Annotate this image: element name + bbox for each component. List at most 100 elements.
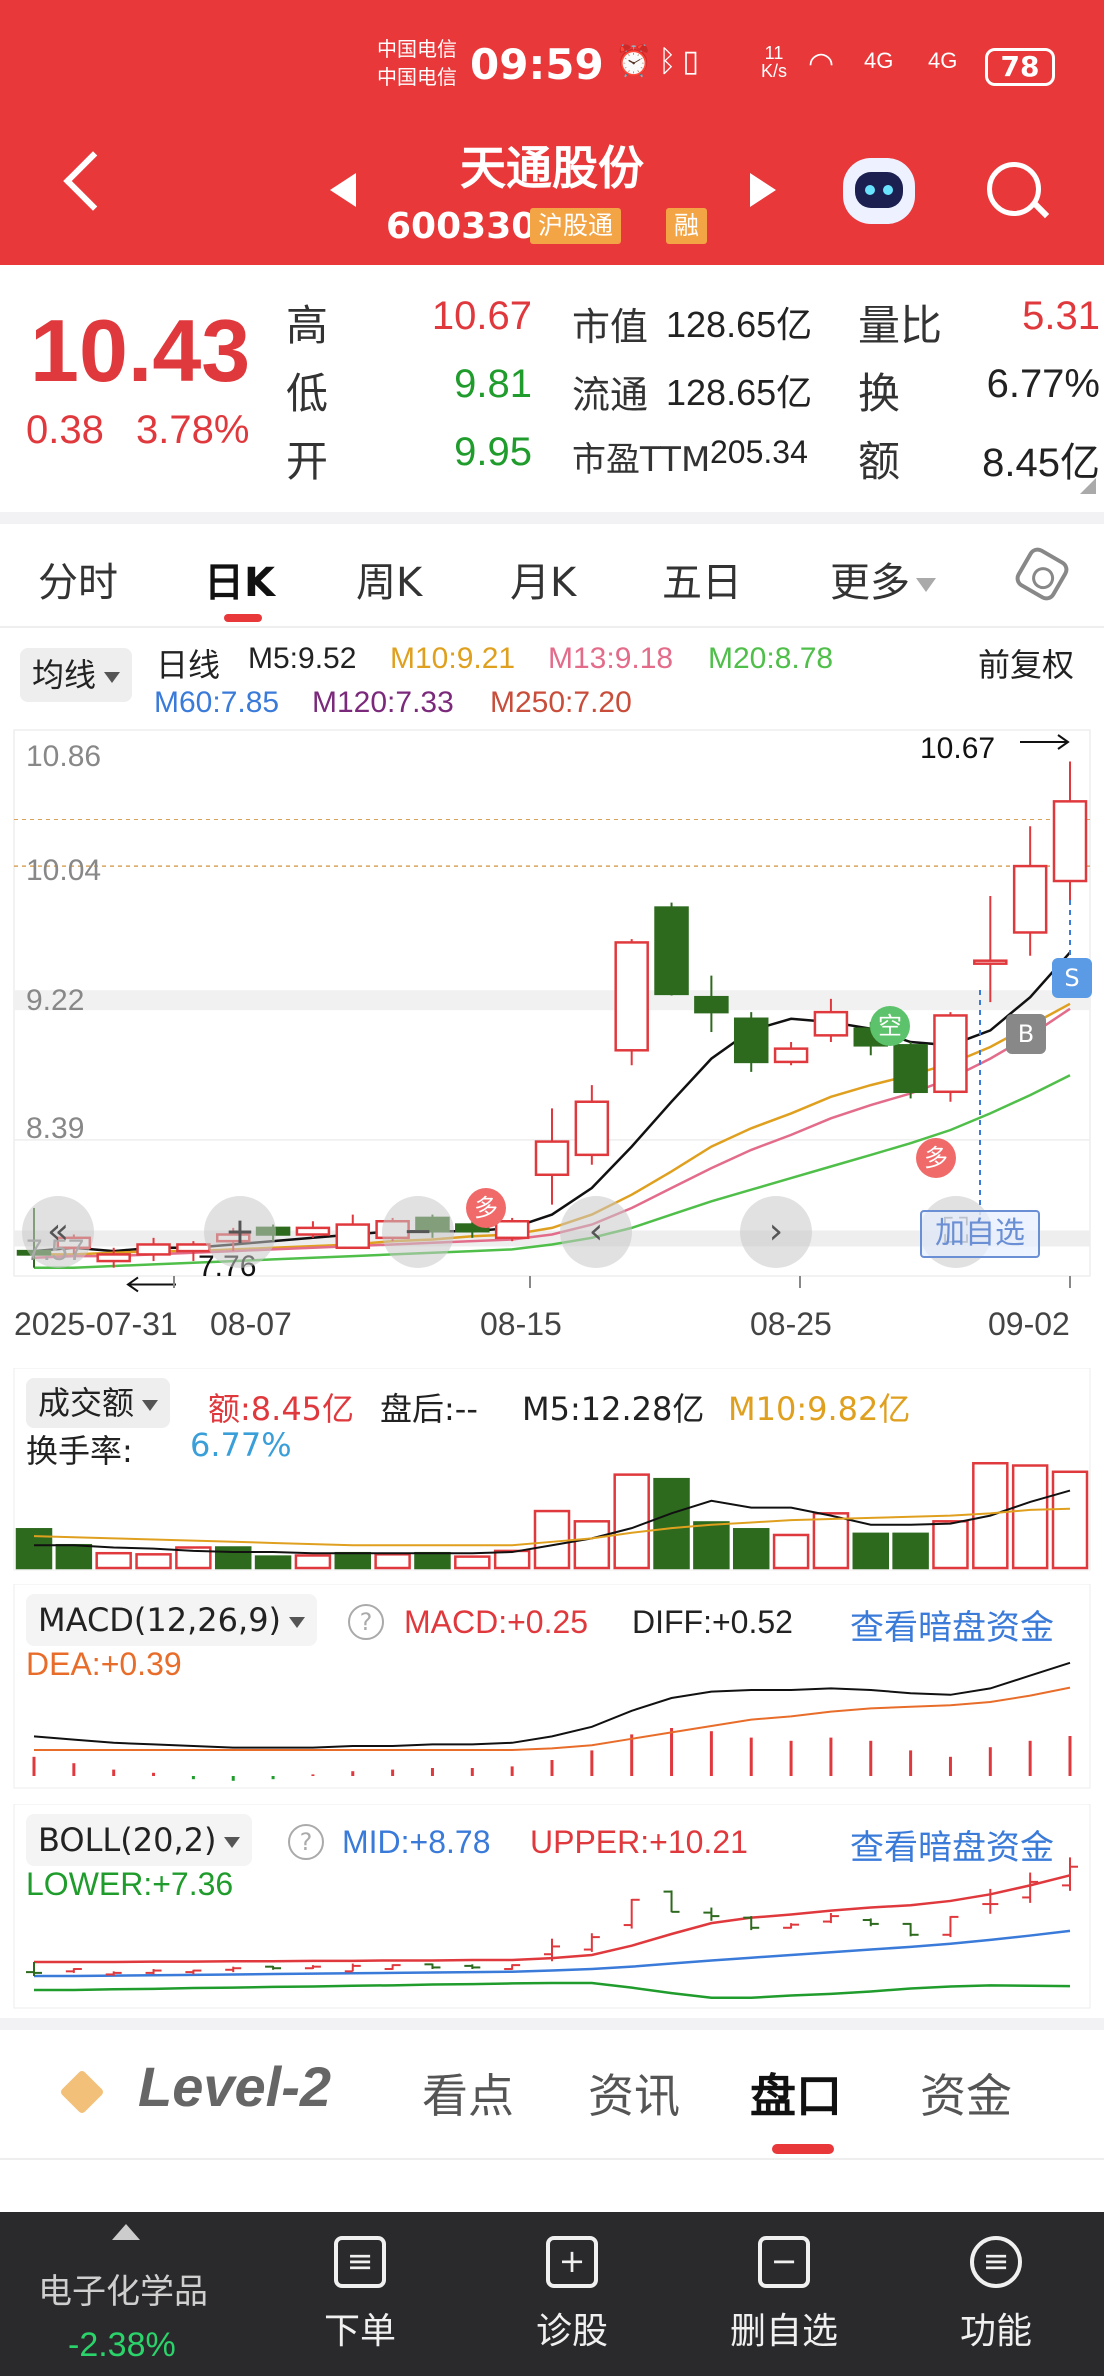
volume-bar: [493, 1549, 531, 1570]
vibrate-icon: ▯: [682, 44, 705, 79]
sell-signal[interactable]: S: [1052, 958, 1092, 998]
volume-chart: [13, 1368, 1091, 1571]
next-candle-button[interactable]: ›: [740, 1196, 812, 1268]
plus-icon: +: [224, 1211, 256, 1252]
diagnose-label: 诊股: [535, 2311, 608, 2352]
remove-favorite-button[interactable]: − 删自选: [714, 2236, 854, 2354]
volume-bar: [693, 1521, 730, 1570]
candle: [96, 1253, 131, 1263]
turnover-value: 6.77%: [986, 362, 1100, 406]
section-separator-2: [0, 2018, 1104, 2030]
date-label-3: 08-15: [480, 1306, 562, 1342]
tab-five-day[interactable]: 五日: [662, 550, 742, 608]
minus-icon: −: [402, 1211, 434, 1252]
tab-highlights[interactable]: 看点: [422, 2060, 514, 2126]
next-stock-icon[interactable]: [750, 173, 776, 207]
low-label: 低: [286, 369, 329, 418]
tab-intraday[interactable]: 分时: [38, 550, 118, 608]
tab-news[interactable]: 资讯: [588, 2060, 680, 2126]
expand-corner-icon[interactable]: [1080, 478, 1096, 494]
candle: [773, 1047, 809, 1064]
tab-weekly-k[interactable]: 周K: [356, 550, 422, 608]
level2-diamond-icon: [59, 2069, 105, 2115]
period-label: 日线: [156, 646, 221, 684]
long-signal-2[interactable]: 多: [466, 1188, 506, 1228]
chart-settings-icon[interactable]: [1011, 543, 1073, 605]
ma60-legend: M60:7.85: [154, 686, 280, 719]
ma5-legend: M5:9.52: [248, 642, 357, 675]
remove-favorite-label: 删自选: [729, 2311, 838, 2352]
candle: [136, 1243, 171, 1256]
buy-signal[interactable]: B: [1006, 1014, 1046, 1054]
bottom-tabs-divider: [0, 2158, 1104, 2160]
tab-more[interactable]: 更多: [830, 550, 936, 608]
tabs-divider: [0, 626, 1104, 628]
boll-chart: [13, 1804, 1091, 2009]
prev-candle-button[interactable]: ‹: [560, 1196, 632, 1268]
menu-label: 功能: [959, 2311, 1032, 2352]
minus-button[interactable]: −: [382, 1196, 454, 1268]
high-value: 10.67: [431, 294, 532, 338]
menu-button[interactable]: ≡ 功能: [926, 2236, 1066, 2354]
net-speed: 11 K/s: [760, 43, 787, 81]
current-price: 10.43: [30, 301, 251, 400]
price-change: 0.38: [26, 408, 104, 452]
high-label: 高: [286, 301, 329, 350]
float-label: 流通: [572, 373, 649, 417]
carrier-1: 中国电信: [377, 37, 457, 61]
zoom-out-button[interactable]: «: [22, 1196, 94, 1268]
stock-name: 天通股份: [460, 141, 644, 195]
y-tick-1: 10.86: [26, 740, 102, 773]
dea-line: [34, 1686, 1071, 1751]
header-bar: 中国电信 中国电信 09:59 ⏰ᛒ▯ 11 K/s ◠ 4G 4G 78 天通…: [0, 0, 1104, 265]
diagnose-button[interactable]: + 诊股: [502, 2236, 642, 2354]
chevron-down-icon: [104, 671, 121, 683]
tab-order-book[interactable]: 盘口: [750, 2060, 842, 2126]
volratio-value: 5.31: [1022, 294, 1100, 338]
volume-bar: [55, 1543, 93, 1570]
boll-lower-line: [34, 1981, 1071, 2000]
volume-bar: [573, 1520, 611, 1570]
volume-bar: [613, 1473, 650, 1570]
mktcap-label: 市值: [572, 305, 649, 349]
candle: [335, 1223, 371, 1250]
search-icon[interactable]: [987, 162, 1041, 216]
zoom-in-button[interactable]: +: [204, 1196, 276, 1268]
bluetooth-icon: ᛒ: [658, 44, 683, 79]
volume-bar: [454, 1555, 491, 1570]
menu-icon: ≡: [970, 2236, 1022, 2288]
candle: [614, 941, 649, 1052]
open-value: 9.95: [454, 430, 532, 474]
sector-name[interactable]: 电子化学品: [38, 2264, 208, 2313]
tab-capital-flow[interactable]: 资金: [920, 2060, 1012, 2126]
order-button[interactable]: ≡ 下单: [290, 2236, 430, 2354]
battery-indicator: 78: [985, 48, 1055, 86]
short-signal[interactable]: 空: [870, 1006, 910, 1046]
ma-selector[interactable]: 均线: [20, 648, 133, 702]
tab-monthly-k[interactable]: 月K: [510, 550, 576, 608]
tab-daily-k[interactable]: 日K: [204, 550, 275, 608]
pe-label: 市盈TTM: [572, 440, 711, 480]
volume-bar: [334, 1551, 372, 1570]
adjust-mode[interactable]: 前复权: [978, 640, 1074, 686]
candle: [893, 1044, 928, 1094]
date-label-5: 09-02: [988, 1306, 1070, 1342]
tab-level2[interactable]: Level-2: [138, 2054, 331, 2119]
robot-assistant-icon[interactable]: [843, 158, 915, 224]
long-signal[interactable]: 多: [916, 1138, 956, 1178]
volume-bar: [135, 1553, 172, 1570]
float-value: 128.65亿: [666, 372, 813, 413]
stock-code: 600330: [386, 206, 537, 247]
price-change-pct: 3.78%: [136, 408, 250, 452]
search-icon-handle: [1030, 199, 1050, 219]
volume-bar: [892, 1532, 929, 1570]
expand-up-icon[interactable]: [112, 2224, 140, 2240]
status-time: 09:59: [470, 40, 604, 89]
mktcap-value: 128.65亿: [666, 304, 813, 345]
candle: [1012, 864, 1048, 934]
add-favorite-button[interactable]: 加自选: [920, 1210, 1040, 1258]
ma20-legend: M20:8.78: [708, 642, 834, 675]
section-separator: [0, 512, 1104, 524]
macd-chart: [13, 1584, 1091, 1789]
order-label: 下单: [323, 2311, 396, 2352]
